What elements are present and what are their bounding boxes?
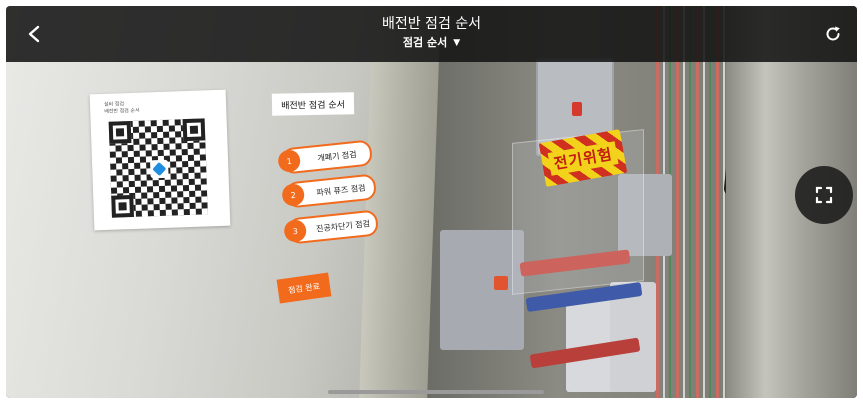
home-indicator[interactable] xyxy=(328,390,544,394)
qr-finder xyxy=(182,118,206,142)
fullscreen-button[interactable] xyxy=(795,166,853,224)
device-frame: 전기위험 설비 점검 배전반 점검 순서 배전반 점검 순서 1 개폐기 점검 … xyxy=(0,0,863,404)
qr-logo-icon xyxy=(150,159,169,179)
refresh-icon xyxy=(826,26,840,41)
caret-down-icon: ▼ xyxy=(453,38,461,48)
step-selector-label: 점검 순서 xyxy=(402,36,448,49)
qr-side-text xyxy=(215,120,224,210)
ar-step-label: 개폐기 점검 xyxy=(316,149,357,163)
danger-sign-text: 전기위험 xyxy=(547,140,619,176)
top-bar: 배전반 점검 순서 점검 순서 ▼ xyxy=(6,6,857,62)
qr-marker-card: 설비 점검 배전반 점검 순서 xyxy=(89,89,231,231)
qr-code xyxy=(108,118,208,218)
ar-title-label: 배전반 점검 순서 xyxy=(271,92,355,116)
refresh-button[interactable] xyxy=(819,20,847,48)
cabinet-door xyxy=(359,6,441,398)
qr-card-title: 설비 점검 배전반 점검 순서 xyxy=(103,101,140,115)
step-selector-dropdown[interactable]: 점검 순서 ▼ xyxy=(6,35,857,51)
page-title: 배전반 점검 순서 xyxy=(381,16,482,32)
ar-step-label: 진공차단기 점검 xyxy=(315,218,371,234)
fullscreen-icon xyxy=(815,186,833,204)
ar-step-label: 파워 퓨즈 점검 xyxy=(315,182,366,198)
qr-finder xyxy=(111,194,134,218)
ar-camera-view[interactable]: 전기위험 설비 점검 배전반 점검 순서 배전반 점검 순서 1 개폐기 점검 … xyxy=(6,6,857,398)
qr-finder xyxy=(108,121,132,144)
